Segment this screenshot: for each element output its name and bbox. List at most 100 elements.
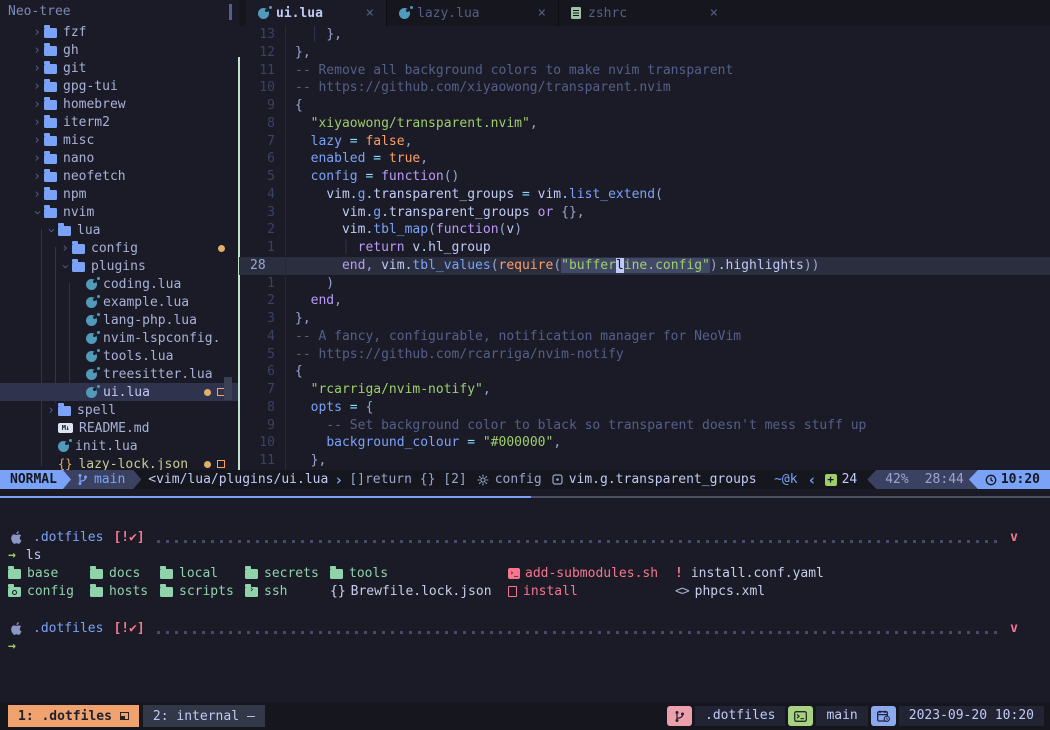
ls-entry-name: install.conf.yaml — [691, 566, 824, 581]
close-icon[interactable]: × — [366, 5, 374, 21]
modified-dot-icon — [218, 245, 225, 252]
command-line[interactable]: → — [0, 637, 1050, 655]
lua-icon — [86, 351, 97, 362]
tab-label: ui.lua — [276, 6, 323, 21]
clock-segment: 10:20 — [969, 470, 1050, 489]
pane-border[interactable] — [531, 496, 1050, 498]
git-branch-icon — [77, 473, 88, 486]
code-line: 28 end, vim.tbl_values(require("bufferli… — [239, 257, 1050, 275]
tree-item-label: treesitter.lua — [103, 367, 213, 382]
tree-item-nano[interactable]: ›nano — [0, 149, 239, 167]
tmux-window-1-dotfiles[interactable]: 1: .dotfiles — [8, 705, 139, 727]
code-text: end, vim.tbl_values(require("bufferline.… — [295, 257, 819, 275]
mode-indicator: NORMAL — [0, 470, 71, 489]
code-text: -- Set background color to black so tran… — [295, 417, 866, 435]
tree-item-tools-lua[interactable]: tools.lua — [0, 347, 239, 365]
pane-border-active[interactable] — [0, 496, 531, 498]
line-number: 9 — [239, 417, 275, 435]
ls-entry-name: add-submodules.sh — [525, 566, 658, 581]
json-icon: {} — [58, 457, 72, 470]
code-line: 1 ) — [239, 275, 1050, 293]
tree-item-nvim[interactable]: ›nvim — [0, 203, 239, 221]
tree-item-spell[interactable]: ›spell — [0, 401, 239, 419]
shell-prompt: .dotfiles [!✔] v — [0, 619, 1050, 637]
line-number: 8 — [239, 399, 275, 417]
ls-entry-name: config — [27, 584, 74, 599]
code-text: opts = { — [295, 399, 373, 417]
tree-item-example-lua[interactable]: example.lua — [0, 293, 239, 311]
code-text: vim.tbl_map(function(v) — [295, 221, 522, 239]
tree-item-misc[interactable]: ›misc — [0, 131, 239, 149]
git-badges — [204, 460, 239, 468]
tree-item-treesitter-lua[interactable]: treesitter.lua — [0, 365, 239, 383]
tmux-window-2-internal[interactable]: 2: internal– — [143, 705, 265, 727]
shell-prompt: .dotfiles [!✔] v — [0, 528, 1050, 546]
terminal-pane[interactable]: .dotfiles [!✔] v → ls basedocslocalsecre… — [0, 499, 1050, 702]
line-number: 7 — [239, 133, 275, 151]
tmux-window-label: 2: internal — [153, 709, 239, 724]
lua-icon — [86, 315, 97, 326]
ls-entry-name: scripts — [179, 584, 234, 599]
tree-item-init-lua[interactable]: init.lua — [0, 437, 239, 455]
folder-icon — [44, 118, 57, 128]
tmux-status-right: .dotfilesmain2023-09-20 10:20 — [664, 706, 1044, 726]
code-text: { — [295, 363, 303, 381]
tree-item-fzf[interactable]: ›fzf — [0, 23, 239, 41]
folder-icon — [44, 208, 57, 218]
tree-item-gpg-tui[interactable]: ›gpg-tui — [0, 77, 239, 95]
tree-item-label: npm — [63, 187, 86, 202]
close-icon[interactable]: × — [538, 5, 546, 21]
git-status-flags: [!✔] — [113, 530, 144, 545]
tree-item-ui-lua[interactable]: ui.lua — [0, 383, 239, 401]
tree-item-neofetch[interactable]: ›neofetch — [0, 167, 239, 185]
tab-ui-lua[interactable]: ui.lua × — [246, 0, 386, 26]
apple-icon — [10, 530, 23, 545]
tree-item-gh[interactable]: ›gh — [0, 41, 239, 59]
tab-zshrc[interactable]: zshrc × — [558, 0, 730, 26]
close-icon[interactable]: × — [710, 5, 718, 21]
tree-item-nvim-lspconfig-[interactable]: nvim-lspconfig. — [0, 329, 239, 347]
tree-item-lazy-lock-json[interactable]: {}lazy-lock.json — [0, 455, 239, 470]
tree-item-label: nano — [63, 151, 94, 166]
tree-item-plugins[interactable]: ›plugins — [0, 257, 239, 275]
ls-entry-hosts: hosts — [90, 584, 160, 599]
code-text: background_colour = "#000000", — [295, 434, 561, 452]
editor-buffer[interactable]: 13 │ },12},11-- Remove all background co… — [239, 26, 1050, 470]
tree-item-label: git — [63, 61, 86, 76]
code-text: -- https://github.com/rcarriga/nvim-noti… — [295, 346, 624, 364]
sidebar-scrollbar-top[interactable] — [229, 4, 232, 20]
tree-item-git[interactable]: ›git — [0, 59, 239, 77]
sidebar-scrollbar-thumb[interactable] — [224, 377, 232, 400]
tab-lazy-lua[interactable]: lazy.lua × — [386, 0, 558, 26]
folder-icon — [330, 569, 343, 579]
tree-item-readme-md[interactable]: M↓README.md — [0, 419, 239, 437]
neotree-sidebar: Neo-tree ›fzf›gh›git›gpg-tui›homebrew›it… — [0, 0, 239, 470]
folder-icon — [160, 587, 173, 597]
code-text: { — [295, 97, 303, 115]
tmux-window-list: 1: .dotfiles2: internal– — [0, 705, 269, 727]
ls-entry-docs: docs — [90, 566, 160, 581]
code-text: vim.g.transparent_groups or {}, — [295, 204, 585, 222]
line-number: 6 — [239, 150, 275, 168]
cursor-position: 28:44 — [925, 472, 964, 487]
tree-item-label: homebrew — [63, 97, 126, 112]
statusline: NORMAL main <vim/lua/plugins/ui.lua › []… — [0, 470, 1050, 489]
tree-item-homebrew[interactable]: ›homebrew — [0, 95, 239, 113]
tree-item-lang-php-lua[interactable]: lang-php.lua — [0, 311, 239, 329]
tree-item-lua[interactable]: ›lua — [0, 221, 239, 239]
tmux-session: Neo-tree ›fzf›gh›git›gpg-tui›homebrew›it… — [0, 0, 1050, 730]
tree-item-config[interactable]: ›config — [0, 239, 239, 257]
code-text: ) — [295, 275, 334, 293]
tree-item-iterm2[interactable]: ›iterm2 — [0, 113, 239, 131]
tree-item-label: README.md — [79, 421, 149, 436]
git-branch-segment: main — [63, 470, 141, 489]
tab-label: zshrc — [588, 6, 627, 21]
folder-icon — [44, 28, 57, 38]
ls-entry-name: local — [179, 566, 218, 581]
ls-entry-name: ssh — [264, 584, 287, 599]
code-line: 6 enabled = true, — [239, 150, 1050, 168]
tree-item-npm[interactable]: ›npm — [0, 185, 239, 203]
ls-entry-name: secrets — [264, 566, 319, 581]
tree-item-coding-lua[interactable]: coding.lua — [0, 275, 239, 293]
chevron-icon: › — [30, 115, 44, 130]
